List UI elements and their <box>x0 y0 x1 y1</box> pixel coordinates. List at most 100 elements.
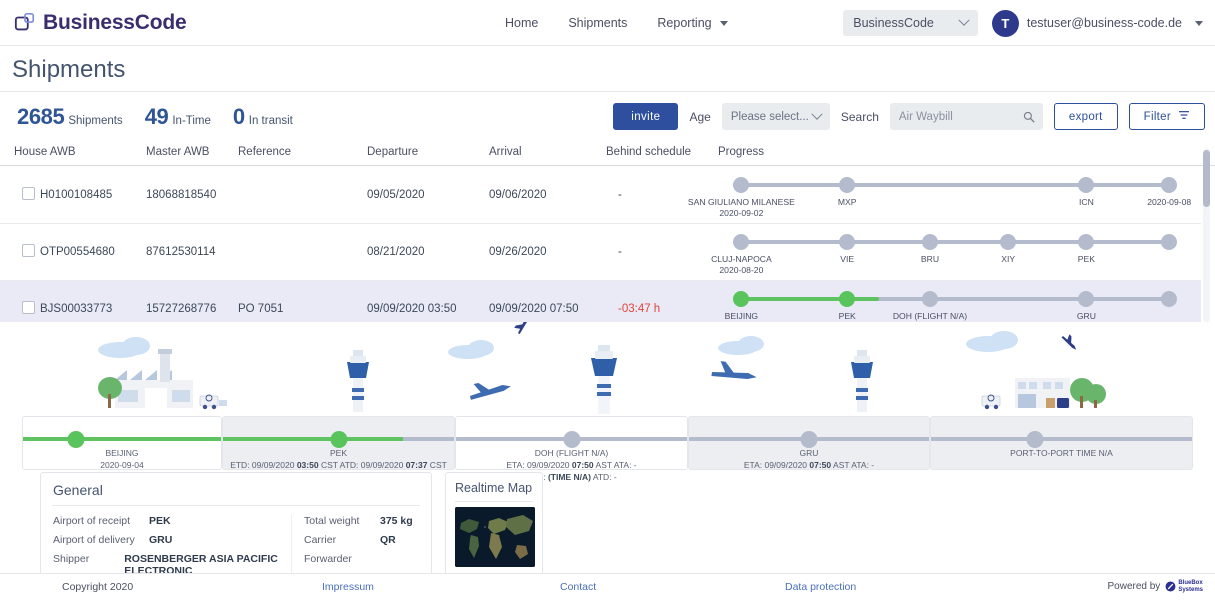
segment-stop-dot[interactable] <box>563 431 580 448</box>
row-checkbox[interactable] <box>22 187 35 200</box>
user-email: testuser@business-code.de <box>1026 16 1182 30</box>
stop-name: SAN GIULIANO MILANESE <box>687 197 795 207</box>
progress-stop-label: BRU <box>921 254 939 265</box>
progress-bar-remaining <box>741 240 1170 244</box>
progress-stop-dot[interactable] <box>839 177 856 193</box>
progress-bar-completed <box>741 297 880 301</box>
age-select[interactable]: Please select... <box>721 103 830 130</box>
search-field-wrapper <box>889 103 1043 130</box>
export-button[interactable]: export <box>1053 103 1118 130</box>
caret-down-icon <box>720 21 729 27</box>
stat-shipments-label: Shipments <box>68 115 123 127</box>
cell-behind-schedule: -03:47 h <box>618 303 661 315</box>
table-scrollbar-thumb[interactable] <box>1203 150 1210 207</box>
segment-doh[interactable]: DOH (FLIGHT N/A) ETA: 09/09/2020 07:50 AS… <box>455 416 688 482</box>
field-value: QR <box>380 534 396 546</box>
progress-stop-dot[interactable] <box>1000 234 1017 250</box>
nav-item-shipments[interactable]: Shipments <box>568 16 627 30</box>
column-header-1[interactable]: Master AWB <box>146 146 209 158</box>
segment-detail-line-1: 2020-09-04 <box>100 460 144 470</box>
nav-item-home[interactable]: Home <box>505 16 538 30</box>
footer-link-3[interactable]: Data protection <box>785 581 856 593</box>
stat-in-transit-value: 0 <box>232 104 245 129</box>
cell-arrival: 09/26/2020 <box>489 246 547 258</box>
field-label: Carrier <box>304 534 337 546</box>
footer-link-2[interactable]: Contact <box>560 581 596 593</box>
general-field-row: Total weight 375 kg <box>304 515 413 527</box>
segment-track-completed <box>223 437 404 441</box>
window-copy-icon <box>14 12 36 34</box>
progress-stop-label: ICN <box>1079 197 1094 208</box>
segment-title: DOH (FLIGHT N/A) <box>534 448 609 458</box>
progress-stop-label: GRU <box>1077 311 1096 322</box>
progress-stop-dot[interactable] <box>839 291 856 307</box>
segment-gru[interactable]: GRU ETA: 09/09/2020 07:50 AST ATA: - <box>688 416 930 470</box>
cell-reference: PO 7051 <box>238 303 284 315</box>
progress-stop-dot[interactable] <box>733 234 750 250</box>
column-header-2[interactable]: Reference <box>238 146 291 158</box>
row-checkbox[interactable] <box>22 244 35 257</box>
progress-stop-dot[interactable] <box>1161 234 1178 250</box>
logo-line-2: Systems <box>1178 586 1203 593</box>
search-icon[interactable] <box>1023 110 1035 123</box>
progress-stop-dot[interactable] <box>733 177 750 193</box>
progress-stop-label: PEK <box>1078 254 1095 265</box>
column-header-4[interactable]: Arrival <box>489 146 522 158</box>
column-header-5[interactable]: Behind schedule <box>606 146 691 158</box>
realtime-map-card[interactable]: Realtime Map <box>445 472 543 578</box>
progress-stop-dot[interactable] <box>733 291 750 307</box>
segment-caption: PEK ETD: 09/09/2020 03:50 CST ATD: 09/09/… <box>223 447 454 471</box>
stat-in-transit-label: In transit <box>248 115 293 127</box>
segment-stop-dot[interactable] <box>1026 431 1044 448</box>
stop-name: PEK <box>1077 254 1095 264</box>
progress-stop-dot[interactable] <box>1078 177 1095 193</box>
organization-select[interactable]: BusinessCode <box>843 10 978 36</box>
detail-cards: General Airport of receipt PEK Airport of … <box>40 472 543 578</box>
invite-button[interactable]: invite <box>613 103 679 130</box>
progress-stop-dot[interactable] <box>922 234 938 250</box>
page-title: Shipments <box>12 56 126 83</box>
stop-name: PEK <box>838 311 856 321</box>
row-checkbox[interactable] <box>22 301 35 314</box>
progress-stop-dot[interactable] <box>839 234 856 250</box>
segment-port-to-port[interactable]: PORT-TO-PORT TIME N/A <box>930 416 1193 470</box>
progress-stop-dot[interactable] <box>922 291 938 307</box>
field-value: GRU <box>149 534 173 546</box>
table-row[interactable]: H0100108485 18068818540 09/05/2020 09/06/20… <box>0 167 1201 224</box>
shipments-table-body: H0100108485 18068818540 09/05/2020 09/06/20… <box>0 167 1215 338</box>
progress-stop-dot[interactable] <box>1161 177 1178 193</box>
cell-house-awb: BJS00033773 <box>40 303 113 315</box>
top-navigation-bar: BusinessCode Home Shipments Reporting Bu… <box>0 0 1215 46</box>
segment-title: GRU <box>799 448 819 458</box>
progress-stop-dot[interactable] <box>1078 291 1095 307</box>
stat-shipments-value: 2685 <box>17 104 65 129</box>
search-input[interactable] <box>889 103 1043 130</box>
avatar: T <box>991 9 1019 37</box>
nav-right-group: BusinessCode T testuser@business-code.de <box>843 0 1203 46</box>
general-field-row: Carrier QR <box>304 534 413 546</box>
segment-stop-dot[interactable] <box>800 431 818 448</box>
segment-detail-line-1: ETA: 09/09/2020 07:50 AST ATA: - <box>506 460 637 470</box>
footer-link-1[interactable]: Impressum <box>322 581 374 593</box>
segment-stop-dot[interactable] <box>67 431 85 448</box>
column-header-6[interactable]: Progress <box>718 146 764 158</box>
search-label: Search <box>840 109 879 124</box>
segment-pek[interactable]: PEK ETD: 09/09/2020 03:50 CST ATD: 09/09/… <box>222 416 455 470</box>
column-header-0[interactable]: House AWB <box>14 146 76 158</box>
world-map-thumbnail[interactable] <box>455 507 535 567</box>
segment-stop-dot[interactable] <box>330 431 347 448</box>
brand-logo[interactable]: BusinessCode <box>14 11 187 35</box>
general-field-row: Airport of delivery GRU <box>53 534 291 546</box>
progress-stop-dot[interactable] <box>1078 234 1095 250</box>
table-row[interactable]: OTP00554680 87612530114 08/21/2020 09/26/20… <box>0 224 1201 281</box>
segment-track-completed <box>23 437 221 441</box>
segment-caption: BEIJING 2020-09-04 <box>23 447 221 471</box>
nav-item-reporting[interactable]: Reporting <box>657 16 729 30</box>
filter-button[interactable]: Filter <box>1128 103 1205 130</box>
segment-beijing[interactable]: BEIJING 2020-09-04 <box>22 416 222 470</box>
main-nav-links: Home Shipments Reporting <box>505 0 729 46</box>
progress-stop-dot[interactable] <box>1161 291 1178 307</box>
user-menu[interactable]: T testuser@business-code.de <box>991 9 1203 37</box>
column-header-3[interactable]: Departure <box>367 146 418 158</box>
progress-stop-label: XIY <box>1001 254 1015 265</box>
